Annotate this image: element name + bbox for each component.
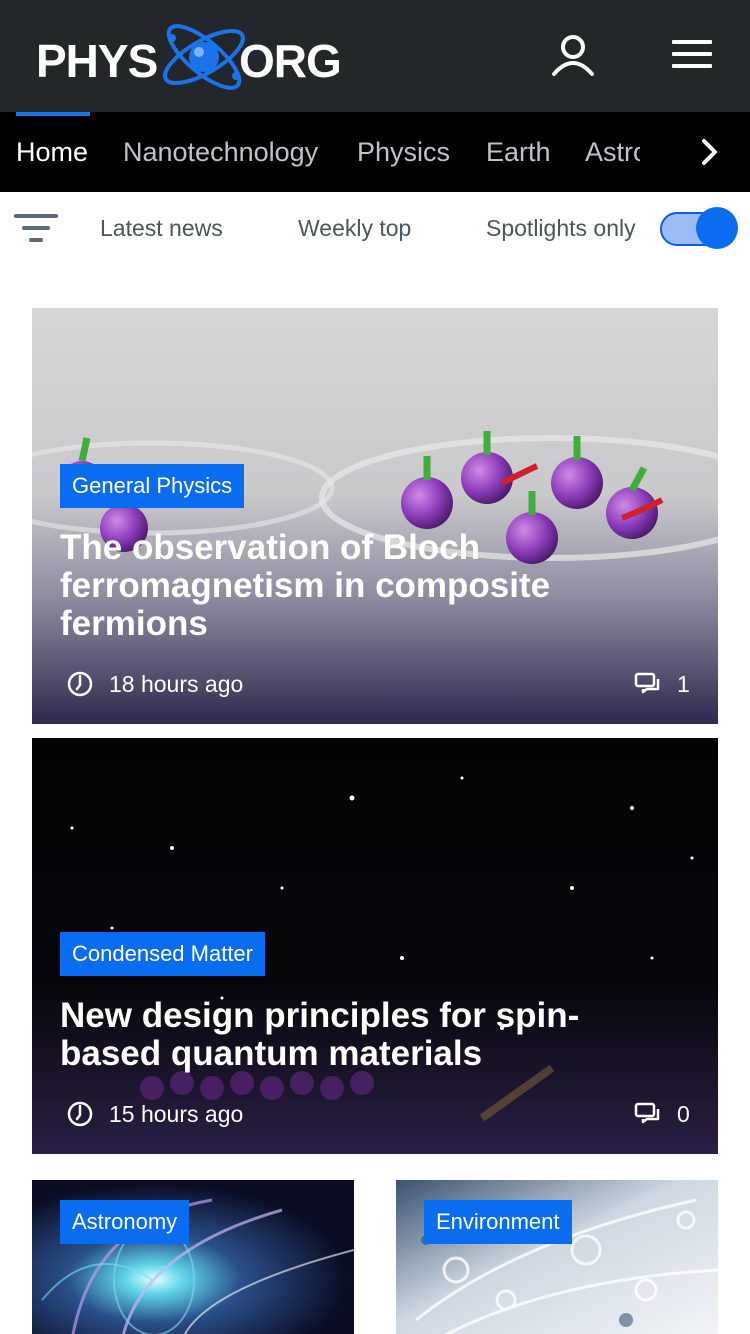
app-header: PHYS ORG (0, 0, 750, 112)
category-tabs: Home Nanotechnology Physics Earth Astron… (0, 112, 640, 192)
toggle-knob (696, 207, 738, 249)
comment-count[interactable]: 1 (677, 664, 690, 704)
filter-icon[interactable] (14, 212, 58, 244)
category-nav: Home Nanotechnology Physics Earth Astron… (0, 112, 750, 192)
hamburger-menu-icon[interactable] (672, 40, 712, 68)
article-meta: 18 hours ago 1 (32, 664, 718, 704)
article-title[interactable]: New design principles for spin-based qua… (60, 997, 660, 1073)
chevron-right-icon (702, 139, 717, 165)
user-icon[interactable] (551, 34, 595, 76)
article-time: 18 hours ago (109, 671, 244, 697)
category-tag[interactable]: Environment (424, 1200, 572, 1244)
category-scroll-next-button[interactable] (690, 112, 730, 192)
logo-text-org: ORG (239, 35, 342, 87)
latest-news-link[interactable]: Latest news (100, 192, 223, 266)
spotlights-only-label: Spotlights only (486, 215, 636, 241)
weekly-top-link[interactable]: Weekly top (298, 192, 411, 266)
category-tag[interactable]: General Physics (60, 464, 245, 508)
clock-icon (67, 671, 93, 697)
atom-logo-icon (163, 24, 245, 90)
category-tag[interactable]: Condensed Matter (60, 932, 265, 976)
filter-bar: Latest news Weekly top Spotlights only (0, 192, 750, 266)
article-title[interactable]: The observation of Bloch ferromagnetism … (60, 529, 660, 643)
article-card[interactable]: Astronomy (32, 1180, 354, 1334)
phys-org-logo[interactable]: PHYS ORG (34, 14, 344, 100)
article-card[interactable]: General Physics The observation of Bloch… (32, 308, 718, 724)
comment-count[interactable]: 0 (677, 1094, 690, 1134)
clock-icon (67, 1101, 93, 1127)
article-time: 15 hours ago (109, 1101, 244, 1127)
active-tab-indicator (16, 112, 90, 116)
spotlights-only-toggle[interactable] (658, 206, 738, 250)
article-card[interactable]: Condensed Matter New design principles f… (32, 738, 718, 1154)
category-tag[interactable]: Astronomy (60, 1200, 190, 1244)
logo-text-phys: PHYS (36, 35, 158, 87)
article-meta: 15 hours ago 0 (32, 1094, 718, 1134)
article-card[interactable]: Environment (396, 1180, 718, 1334)
tab-home[interactable]: Home (16, 112, 88, 192)
comments-icon[interactable] (634, 1102, 662, 1126)
tab-earth[interactable]: Earth (486, 112, 551, 192)
tab-astronomy[interactable]: Astronomy (585, 112, 640, 192)
tab-physics[interactable]: Physics (357, 112, 450, 192)
tab-nanotechnology[interactable]: Nanotechnology (123, 112, 318, 192)
article-image (32, 308, 718, 724)
comments-icon[interactable] (634, 672, 662, 696)
